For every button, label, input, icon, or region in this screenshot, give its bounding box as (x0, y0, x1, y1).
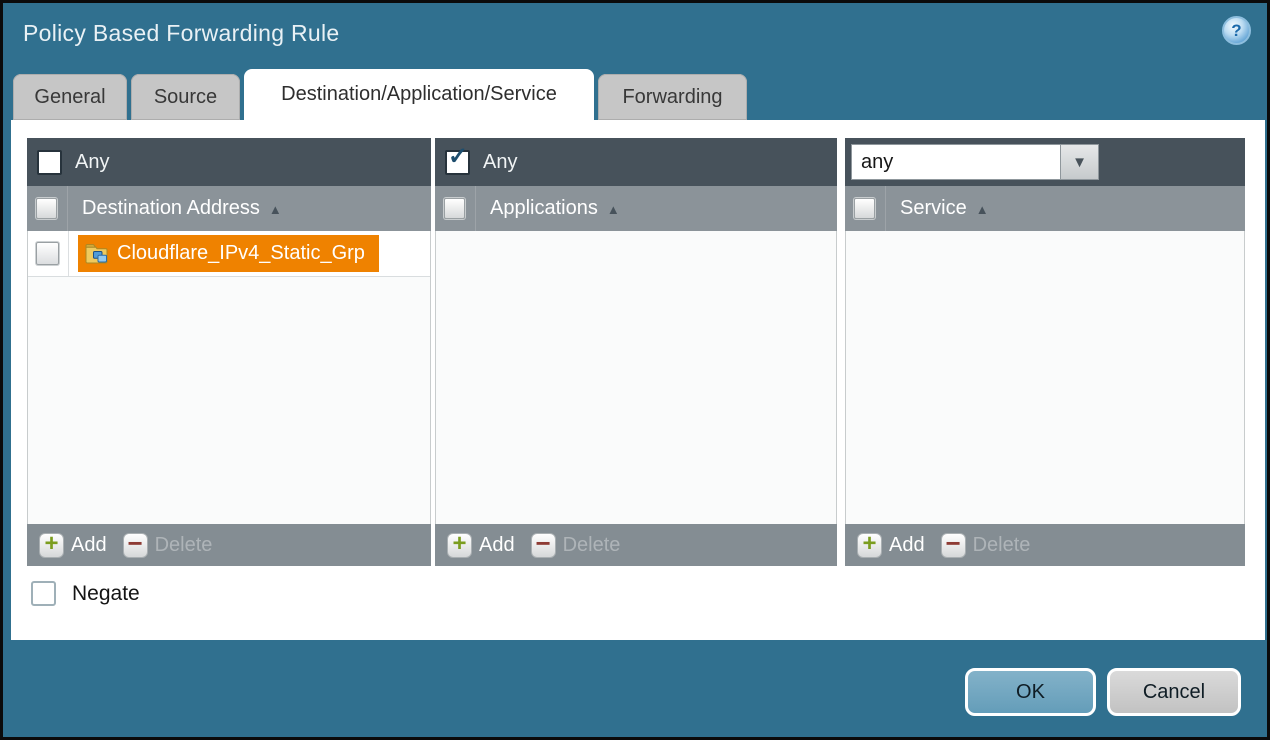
row-checkbox[interactable] (36, 242, 59, 265)
negate-option: Negate (31, 581, 140, 606)
delete-button-label: Delete (563, 534, 621, 557)
add-button-label: Add (479, 534, 515, 557)
add-button-label: Add (889, 534, 925, 557)
destination-delete-button[interactable]: − Delete (123, 533, 213, 558)
applications-any-label: Any (483, 151, 517, 174)
tab-bar: General Source Destination/Application/S… (13, 69, 751, 120)
destination-address-column: Any Destination Address ▲ (27, 138, 431, 566)
header-divider (475, 186, 476, 231)
add-icon: + (862, 533, 876, 555)
service-list (845, 231, 1245, 524)
dropdown-button[interactable]: ▼ (1061, 144, 1099, 180)
ok-button[interactable]: OK (965, 668, 1096, 716)
destination-any-bar: Any (27, 138, 431, 186)
delete-icon: − (536, 533, 551, 553)
tab-general[interactable]: General (13, 74, 127, 120)
policy-based-forwarding-dialog: Policy Based Forwarding Rule ? General S… (0, 0, 1270, 740)
service-header-label: Service (900, 197, 967, 220)
applications-footer-bar: + Add − Delete (435, 524, 837, 566)
selected-address-group[interactable]: Cloudflare_IPv4_Static_Grp (78, 235, 379, 272)
delete-icon: − (946, 533, 961, 553)
cancel-button[interactable]: Cancel (1107, 668, 1241, 716)
destination-select-all-checkbox[interactable] (36, 198, 57, 219)
destination-header-label: Destination Address (82, 197, 260, 220)
applications-column: ✓ Any Applications ▲ + Add − Delete (435, 138, 837, 566)
destination-footer-bar: + Add − Delete (27, 524, 431, 566)
destination-address-list: Cloudflare_IPv4_Static_Grp (27, 231, 431, 524)
delete-button-label: Delete (155, 534, 213, 557)
service-dropdown-bar: any ▼ (845, 138, 1245, 186)
tab-destination-application-service[interactable]: Destination/Application/Service (244, 69, 594, 120)
tab-content-panel: Any Destination Address ▲ (11, 120, 1265, 640)
dialog-title: Policy Based Forwarding Rule (23, 20, 340, 47)
add-button-label: Add (71, 534, 107, 557)
negate-checkbox[interactable] (31, 581, 56, 606)
sort-asc-icon: ▲ (976, 200, 989, 217)
delete-icon: − (128, 533, 143, 553)
address-group-icon (84, 242, 109, 265)
service-dropdown-value[interactable]: any (851, 144, 1061, 180)
add-icon: + (44, 533, 58, 555)
destination-any-label: Any (75, 151, 109, 174)
header-divider (885, 186, 886, 231)
tab-forwarding[interactable]: Forwarding (598, 74, 747, 120)
destination-add-button[interactable]: + Add (39, 533, 123, 558)
applications-add-button[interactable]: + Add (447, 533, 531, 558)
negate-label: Negate (72, 582, 140, 606)
destination-address-header[interactable]: Destination Address ▲ (27, 186, 431, 231)
sort-asc-icon: ▲ (269, 200, 282, 217)
service-column: any ▼ Service ▲ + Add − (845, 138, 1245, 566)
service-header[interactable]: Service ▲ (845, 186, 1245, 231)
header-divider (67, 186, 68, 231)
applications-header-label: Applications (490, 197, 598, 220)
service-add-button[interactable]: + Add (857, 533, 941, 558)
service-select-all-checkbox[interactable] (854, 198, 875, 219)
row-divider (68, 231, 69, 276)
applications-header[interactable]: Applications ▲ (435, 186, 837, 231)
service-delete-button[interactable]: − Delete (941, 533, 1031, 558)
destination-any-checkbox[interactable] (37, 150, 62, 175)
destination-address-row[interactable]: Cloudflare_IPv4_Static_Grp (28, 231, 430, 277)
service-footer-bar: + Add − Delete (845, 524, 1245, 566)
applications-any-checkbox[interactable]: ✓ (445, 150, 470, 175)
add-icon: + (452, 533, 466, 555)
address-group-name: Cloudflare_IPv4_Static_Grp (117, 242, 365, 265)
tab-source[interactable]: Source (131, 74, 240, 120)
service-mode-dropdown[interactable]: any ▼ (851, 144, 1099, 180)
applications-list (435, 231, 837, 524)
applications-any-bar: ✓ Any (435, 138, 837, 186)
checkmark-icon: ✓ (448, 145, 468, 169)
applications-delete-button[interactable]: − Delete (531, 533, 621, 558)
delete-button-label: Delete (973, 534, 1031, 557)
sort-asc-icon: ▲ (607, 200, 620, 217)
help-icon[interactable]: ? (1222, 16, 1251, 45)
chevron-down-icon: ▼ (1072, 154, 1087, 171)
applications-select-all-checkbox[interactable] (444, 198, 465, 219)
